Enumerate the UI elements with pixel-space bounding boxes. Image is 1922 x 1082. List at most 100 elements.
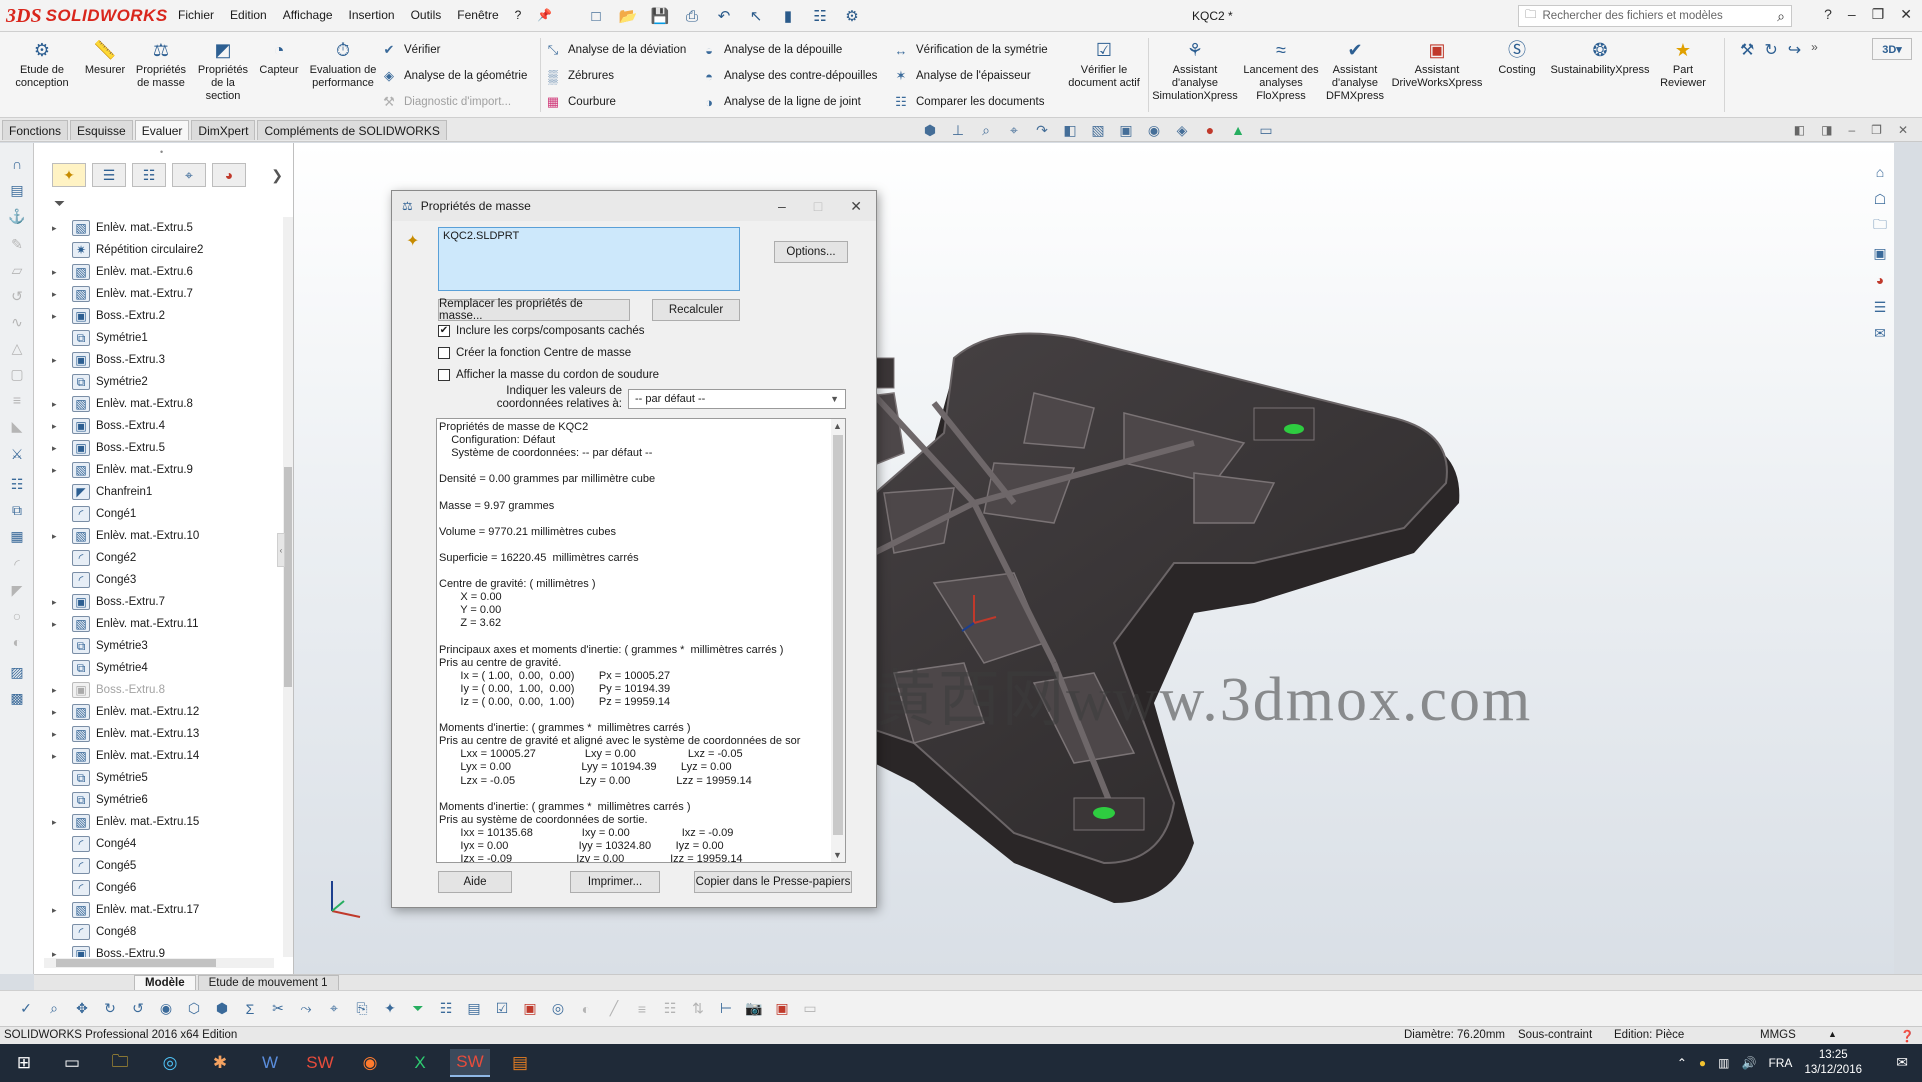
tree-item[interactable]: ▸ ▧ Enlèv. mat.-Extru.13 xyxy=(34,723,286,745)
expand-arrow-icon[interactable]: ▸ xyxy=(52,289,64,300)
measure-button[interactable]: 📏 Mesurer xyxy=(80,38,130,77)
clock[interactable]: 13:25 13/12/2016 xyxy=(1804,1048,1862,1078)
tab-addins[interactable]: Compléments de SOLIDWORKS xyxy=(257,120,447,140)
3d-view-toggle[interactable]: 3D▾ xyxy=(1872,38,1912,60)
menu-tools[interactable]: Outils xyxy=(411,8,442,22)
options-button[interactable]: Options... xyxy=(774,241,848,263)
scene-icon[interactable]: ▲ xyxy=(1228,121,1248,139)
recalculate-button[interactable]: Recalculer xyxy=(652,299,740,321)
pdf-taskbar-icon[interactable]: ▤ xyxy=(500,1049,540,1077)
dimxpertmanager-tab-icon[interactable]: ⌖ xyxy=(172,163,206,187)
scroll-down-icon[interactable]: ▼ xyxy=(833,850,842,860)
tree-item[interactable]: ▸ ▣ Boss.-Extru.8 xyxy=(34,679,286,701)
tree-item[interactable]: ▸ ▣ Boss.-Extru.7 xyxy=(34,591,286,613)
dialog-close-icon[interactable]: ✕ xyxy=(850,198,862,215)
tree-item[interactable]: ▸ ▧ Enlèv. mat.-Extru.6 xyxy=(34,261,286,283)
check-tool-icon[interactable]: ☑ xyxy=(492,999,512,1019)
print-icon[interactable]: ⎙ xyxy=(681,6,703,26)
previous-view-icon[interactable]: ↷ xyxy=(1032,121,1052,139)
tab-dimxpert[interactable]: DimXpert xyxy=(191,120,256,140)
solidworks-logo[interactable]: 3DS SOLIDWORKS xyxy=(6,3,167,29)
tree-item[interactable]: ▸ ▣ Boss.-Extru.9 xyxy=(34,943,286,957)
language-indicator[interactable]: FRA xyxy=(1768,1056,1792,1070)
tab-sketch[interactable]: Esquisse xyxy=(70,120,133,140)
layer-icon[interactable]: ▤ xyxy=(7,181,27,199)
hook-icon[interactable]: ↪ xyxy=(1788,40,1801,60)
configurationmanager-tab-icon[interactable]: ☷ xyxy=(132,163,166,187)
chamfer-tool-icon[interactable]: ◤ xyxy=(7,581,27,599)
crosshair-icon[interactable]: ⌖ xyxy=(324,999,344,1019)
rotate-icon[interactable]: ↻ xyxy=(100,999,120,1019)
help-icon[interactable]: ? xyxy=(1824,6,1832,23)
cube-icon[interactable]: ⬢ xyxy=(920,121,940,139)
menu-edit[interactable]: Edition xyxy=(230,8,267,22)
loft-icon[interactable]: △ xyxy=(7,339,27,357)
selection-list[interactable]: KQC2.SLDPRT xyxy=(438,227,740,291)
tree-item[interactable]: ▸ ▧ Enlèv. mat.-Extru.15 xyxy=(34,811,286,833)
expand-arrow-icon[interactable]: ▸ xyxy=(52,905,64,916)
tree-item[interactable]: ◤ Chanfrein1 xyxy=(34,481,286,503)
curvature-button[interactable]: ▦ Courbure xyxy=(544,92,616,112)
panel-grip-icon[interactable]: • xyxy=(160,147,163,157)
tree-item[interactable]: ◜ Congé4 xyxy=(34,833,286,855)
menu-file[interactable]: Fichier xyxy=(178,8,214,22)
tree-item[interactable]: ◜ Congé3 xyxy=(34,569,286,591)
expand-arrow-icon[interactable]: ▸ xyxy=(52,751,64,762)
featuremanager-tab-icon[interactable]: ✦ xyxy=(52,163,86,187)
tree-item[interactable]: ⧉ Symétrie5 xyxy=(34,767,286,789)
search-icon[interactable]: ⌕ xyxy=(1777,8,1785,25)
dim-tool-1-icon[interactable]: ◐ xyxy=(576,999,596,1019)
shaded-icon[interactable]: ◉ xyxy=(156,999,176,1019)
tab-motion-study[interactable]: Etude de mouvement 1 xyxy=(197,974,339,991)
section-view-icon[interactable]: ◧ xyxy=(1060,121,1080,139)
checkbox-box[interactable] xyxy=(438,347,450,359)
wireframe-icon[interactable]: ⬡ xyxy=(184,999,204,1019)
minimize-icon[interactable]: – xyxy=(1848,6,1856,23)
excel-taskbar-icon[interactable]: X xyxy=(400,1049,440,1077)
draft-icon[interactable]: ◣ xyxy=(7,417,27,435)
tree-vertical-scrollbar[interactable] xyxy=(283,217,293,957)
tree-item[interactable]: ▸ ▧ Enlèv. mat.-Extru.9 xyxy=(34,459,286,481)
simulationxpress-button[interactable]: ⚘ Assistant d'analyse SimulationXpress xyxy=(1152,38,1238,103)
import-diagnostics-button[interactable]: ⚒ Diagnostic d'import... xyxy=(380,92,511,112)
scrollbar-thumb[interactable] xyxy=(284,467,292,687)
file-explorer-icon[interactable]: 🗀 xyxy=(1870,216,1890,236)
override-mass-button[interactable]: Remplacer les propriétés de masse... xyxy=(438,298,630,322)
wrap-icon[interactable]: ◐ xyxy=(7,633,27,651)
scroll-up-icon[interactable]: ▲ xyxy=(833,421,842,431)
tree-item[interactable]: ⧉ Symétrie4 xyxy=(34,657,286,679)
tree-item[interactable]: ▸ ▧ Enlèv. mat.-Extru.7 xyxy=(34,283,286,305)
tab-model[interactable]: Modèle xyxy=(134,974,196,991)
tab-features[interactable]: Fonctions xyxy=(2,120,69,140)
notifications-icon[interactable]: ✉ xyxy=(1896,1054,1908,1071)
scrollbar-thumb[interactable] xyxy=(56,959,216,967)
plane-icon[interactable]: ▱ xyxy=(7,261,27,279)
dim-tool-5-icon[interactable]: ⇅ xyxy=(688,999,708,1019)
driveworks-tool-icon[interactable]: ▣ xyxy=(520,999,540,1019)
expand-arrow-icon[interactable]: ▸ xyxy=(52,465,64,476)
save-icon[interactable]: 💾 xyxy=(649,6,671,26)
scissor-icon[interactable]: ✂ xyxy=(268,999,288,1019)
panel-collapse-handle[interactable]: ‹ xyxy=(277,533,285,567)
normal-icon[interactable]: ⊥ xyxy=(948,121,968,139)
hidden-lines-icon[interactable]: ⬢ xyxy=(212,999,232,1019)
tree-item[interactable]: ✷ Répétition circulaire2 xyxy=(34,239,286,261)
tile-right-icon[interactable]: ◨ xyxy=(1821,123,1832,137)
tree-item[interactable]: ◜ Congé1 xyxy=(34,503,286,525)
sigma-icon[interactable]: Σ xyxy=(240,999,260,1019)
hide-show-icon[interactable]: ◈ xyxy=(1172,121,1192,139)
weld-bead-checkbox[interactable]: Afficher la masse du cordon de soudure xyxy=(438,369,659,381)
filter-icon[interactable]: ⏷ xyxy=(54,195,65,212)
word-taskbar-icon[interactable]: W xyxy=(250,1049,290,1077)
section-properties-button[interactable]: ◩ Propriétés de la section xyxy=(194,38,252,103)
draft-analysis-button[interactable]: ◒ Analyse de la dépouille xyxy=(700,40,842,60)
tree-item[interactable]: ◜ Congé8 xyxy=(34,921,286,943)
appearances-icon[interactable]: ◕ xyxy=(1870,271,1890,290)
zoom-icon[interactable]: ⌕ xyxy=(44,999,64,1019)
tab-evaluate[interactable]: Evaluer xyxy=(134,120,190,140)
symmetry-check-button[interactable]: ↔ Vérification de la symétrie xyxy=(892,40,1048,60)
sweep-icon[interactable]: ∿ xyxy=(7,313,27,331)
tangent-icon[interactable]: ⤳ xyxy=(296,999,316,1019)
spell-check-icon[interactable]: ✓ xyxy=(16,999,36,1019)
restore-icon[interactable]: ❐ xyxy=(1872,6,1885,23)
